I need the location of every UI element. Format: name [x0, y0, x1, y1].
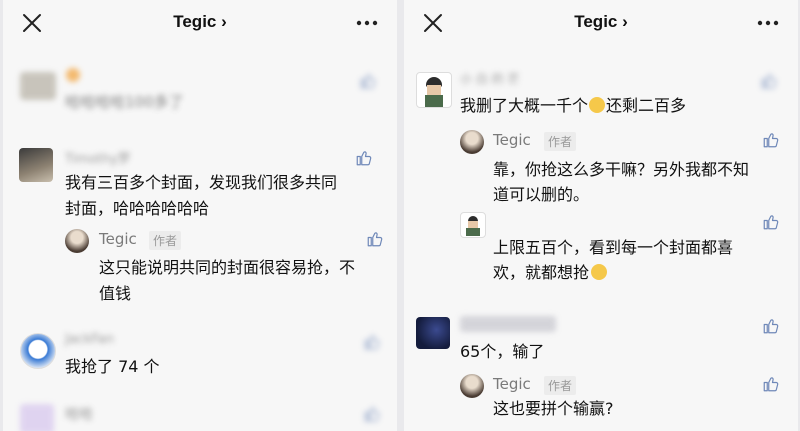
thumbs-up-icon[interactable] [363, 405, 381, 423]
author-name[interactable]: Tegic [99, 230, 137, 248]
author-badge: 作者 [149, 231, 182, 250]
thumbs-up-icon[interactable] [762, 317, 780, 335]
comment-text: 65个，输了 [460, 342, 545, 361]
avatar [20, 404, 54, 431]
thumbs-up-icon[interactable] [363, 333, 381, 351]
avatar[interactable] [460, 212, 486, 238]
avatar[interactable] [416, 317, 450, 349]
crying-emoji-icon [589, 97, 606, 113]
grinning-sweat-emoji-icon [591, 264, 608, 280]
avatar [20, 72, 56, 100]
reply-text-line2: 欢，就都想抢 [493, 260, 608, 286]
thumbs-up-icon[interactable] [355, 149, 373, 167]
avatar[interactable] [20, 333, 56, 369]
avatar[interactable] [416, 72, 452, 108]
avatar[interactable] [19, 148, 53, 182]
header-right: Tegic › [404, 0, 798, 48]
comments-panel-left: Tegic › 哈哈哈哈100多了 Timothy罗 我有三百多个封面，发现我们… [3, 0, 397, 431]
author-avatar[interactable] [65, 229, 89, 253]
comment-text-line1: 我有三百多个封面，发现我们很多共同 [65, 173, 338, 192]
commenter-name[interactable]: 小 白 的 芒 [460, 70, 519, 87]
commenter-name[interactable]: JackFan [65, 332, 114, 347]
reply-text-line1: 上限五百个，看到每一个封面都喜 [493, 238, 734, 257]
thumbs-up-icon[interactable] [760, 72, 778, 90]
thumbs-up-icon[interactable] [762, 375, 780, 393]
reply-text-line1: 这只能说明共同的封面很容易抢，不 [99, 258, 356, 277]
author-name[interactable]: Tegic [493, 375, 531, 393]
thumbs-up-icon[interactable] [366, 230, 384, 248]
comment-text-line2: 封面，哈哈哈哈哈哈 [65, 199, 210, 218]
more-dots-icon[interactable] [756, 16, 780, 30]
author-badge: 作者 [544, 376, 577, 395]
thumbs-up-icon[interactable] [359, 72, 377, 90]
reply-text: 这也要拼个输赢? [493, 399, 614, 418]
comment-text: 哈哈 [65, 407, 93, 423]
author-avatar[interactable] [460, 374, 484, 398]
thumbs-up-icon[interactable] [762, 131, 780, 149]
author-name[interactable]: Tegic [493, 131, 531, 149]
comments-panel-right: Tegic › 小 白 的 芒 我删了大概一千个 还剩二百多 Tegic 作者 靠… [404, 0, 798, 431]
author-avatar[interactable] [460, 130, 484, 154]
more-dots-icon[interactable] [355, 16, 379, 30]
reply-text-line1: 靠，你抢这么多干嘛？另外我都不知 [493, 160, 750, 179]
commenter-name[interactable]: Timothy罗 [65, 148, 131, 167]
commenter-name-blurred [460, 316, 556, 332]
emoji-icon [66, 68, 80, 82]
comment-text: 我删了大概一千个 还剩二百多 [460, 96, 687, 115]
page-title[interactable]: Tegic › [3, 12, 397, 32]
author-badge: 作者 [544, 132, 577, 151]
page-title[interactable]: Tegic › [404, 12, 798, 32]
reply-text-line2: 道可以删的。 [493, 185, 590, 204]
comment-text: 哈哈哈哈100多了 [65, 93, 184, 111]
thumbs-up-icon[interactable] [762, 213, 780, 231]
header-left: Tegic › [3, 0, 397, 48]
comment-text: 我抢了 74 个 [65, 357, 160, 376]
reply-text-line2: 值钱 [99, 284, 132, 303]
